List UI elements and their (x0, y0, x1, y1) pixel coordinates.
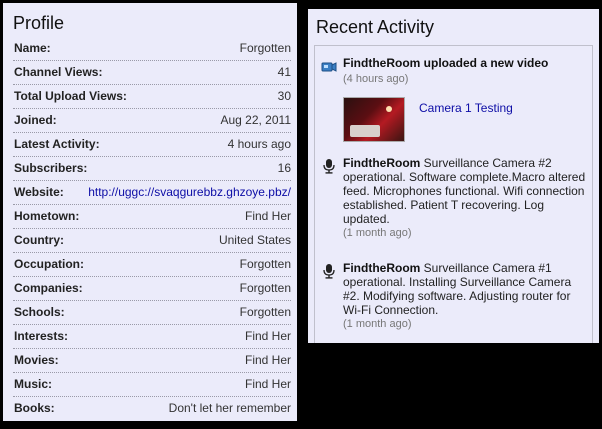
row-value: Forgotten (239, 41, 291, 55)
video-thumbnail[interactable] (343, 97, 405, 142)
activity-time: (1 month ago) (343, 227, 412, 239)
row-label: Website: (14, 185, 64, 199)
row-label: Latest Activity: (14, 137, 100, 151)
row-label: Schools: (14, 305, 65, 319)
website-link[interactable]: http://uggc://svaqgurebbz.ghzoye.pbz/ (88, 181, 291, 204)
activity-body: FindtheRoom Surveillance Camera #1 opera… (343, 261, 586, 331)
profile-row-occupation: Occupation: Forgotten (13, 253, 291, 277)
upload-icon (321, 62, 337, 72)
row-value: 30 (277, 89, 291, 103)
profile-row-name: Name: Forgotten (13, 37, 291, 61)
row-label: Interests: (14, 329, 69, 343)
row-label: Books: (14, 401, 55, 415)
profile-row-channel-views: Channel Views: 41 (13, 61, 291, 85)
activity-item-upload: FindtheRoom uploaded a new video (4 hour… (315, 56, 592, 142)
row-value: Aug 22, 2011 (220, 113, 291, 127)
video-title-link[interactable]: Camera 1 Testing (419, 101, 513, 115)
profile-row-books: Books: Don't let her remember (13, 397, 291, 421)
thumbnail-lamp (386, 106, 392, 112)
activity-body: FindtheRoom uploaded a new video (4 hour… (343, 56, 586, 86)
profile-row-hometown: Hometown: Find Her (13, 205, 291, 229)
row-label: Hometown: (14, 209, 80, 223)
row-value: 16 (277, 161, 291, 175)
row-label: Name: (14, 41, 51, 55)
activity-item-status: FindtheRoom Surveillance Camera #2 opera… (315, 156, 592, 252)
row-value: 4 hours ago (227, 137, 291, 151)
profile-row-music: Music: Find Her (13, 373, 291, 397)
recent-activity-panel: Recent Activity FindtheRoom uploaded a n… (308, 9, 599, 343)
row-value: Find Her (244, 377, 291, 391)
profile-row-total-upload-views: Total Upload Views: 30 (13, 85, 291, 109)
activity-feed: FindtheRoom uploaded a new video (4 hour… (314, 45, 593, 343)
profile-row-schools: Schools: Forgotten (13, 301, 291, 325)
profile-row-movies: Movies: Find Her (13, 349, 291, 373)
row-label: Joined: (14, 113, 57, 127)
microphone-icon (323, 159, 335, 174)
row-value: United States (218, 233, 291, 247)
profile-row-joined: Joined: Aug 22, 2011 (13, 109, 291, 133)
row-value: Find Her (244, 329, 291, 343)
activity-time: (1 month ago) (343, 318, 412, 330)
row-value: Forgotten (239, 305, 291, 319)
row-label: Total Upload Views: (14, 89, 127, 103)
row-value: Don't let her remember (168, 401, 291, 415)
profile-row-companies: Companies: Forgotten (13, 277, 291, 301)
activity-user-link[interactable]: FindtheRoom (343, 156, 420, 170)
activity-body: FindtheRoom Surveillance Camera #2 opera… (343, 156, 586, 240)
profile-row-country: Country: United States (13, 229, 291, 253)
row-value: 41 (277, 65, 291, 79)
row-value: Forgotten (239, 281, 291, 295)
activity-time: (4 hours ago) (343, 73, 409, 85)
row-label: Subscribers: (14, 161, 88, 175)
profile-row-subscribers: Subscribers: 16 (13, 157, 291, 181)
row-value: Forgotten (239, 257, 291, 271)
profile-row-website: Website: http://uggc://svaqgurebbz.ghzoy… (13, 181, 291, 205)
activity-item-status: FindtheRoom Surveillance Camera #1 opera… (315, 261, 592, 341)
profile-panel: Profile Name: Forgotten Channel Views: 4… (3, 3, 297, 421)
thumbnail-bed (350, 125, 380, 137)
profile-title: Profile (13, 13, 65, 33)
row-label: Companies: (14, 281, 83, 295)
recent-activity-title: Recent Activity (316, 17, 435, 37)
row-label: Occupation: (14, 257, 85, 271)
row-label: Channel Views: (14, 65, 103, 79)
row-label: Movies: (14, 353, 59, 367)
profile-row-interests: Interests: Find Her (13, 325, 291, 349)
row-value: Find Her (244, 209, 291, 223)
activity-user-link[interactable]: FindtheRoom (343, 261, 420, 275)
row-value: Find Her (244, 353, 291, 367)
row-label: Music: (14, 377, 53, 391)
activity-text: uploaded a new video (423, 56, 549, 70)
activity-user-link[interactable]: FindtheRoom (343, 56, 420, 70)
profile-row-latest-activity: Latest Activity: 4 hours ago (13, 133, 291, 157)
row-label: Country: (14, 233, 64, 247)
microphone-icon (323, 264, 335, 279)
